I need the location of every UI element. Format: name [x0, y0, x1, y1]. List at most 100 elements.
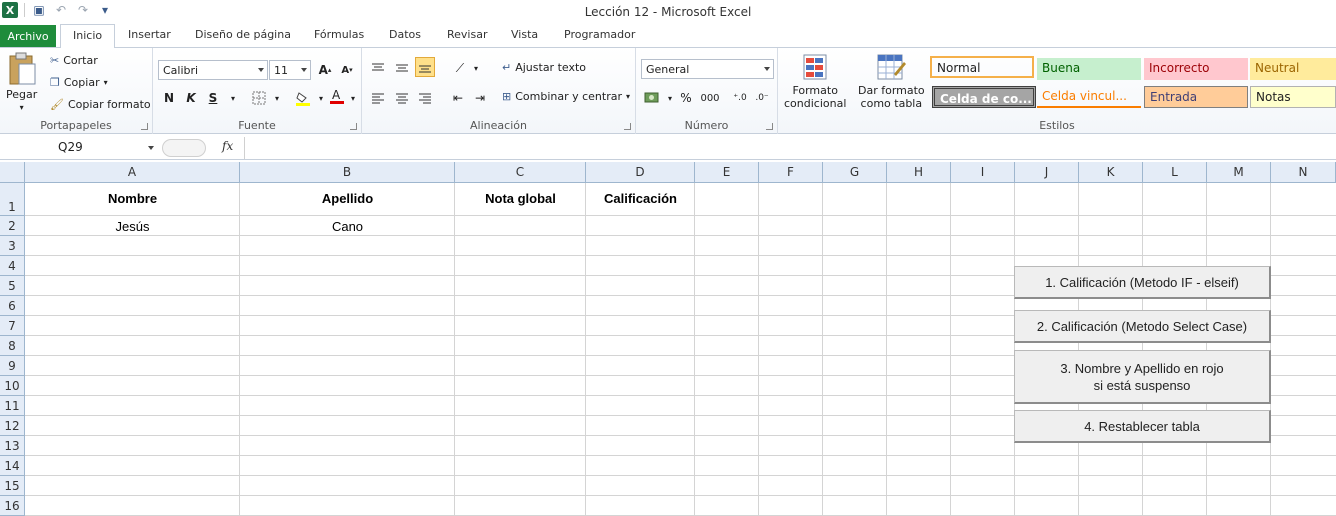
conditional-format-button[interactable]: Formato condicional: [784, 52, 846, 110]
cell-d1[interactable]: Calificación: [586, 191, 695, 206]
currency-icon[interactable]: [642, 88, 662, 108]
wrap-text-button[interactable]: ↵ Ajustar texto: [502, 61, 586, 74]
column-header-f[interactable]: F: [759, 162, 823, 183]
underline-button[interactable]: S: [203, 88, 223, 108]
orientation-dropdown-icon[interactable]: ▾: [466, 58, 486, 78]
column-header-k[interactable]: K: [1079, 162, 1143, 183]
column-header-n[interactable]: N: [1271, 162, 1336, 183]
format-as-table-button[interactable]: Dar formato como tabla: [858, 52, 925, 110]
style-neutral[interactable]: Neutral: [1250, 58, 1336, 80]
column-header-c[interactable]: C: [455, 162, 586, 183]
column-header-d[interactable]: D: [586, 162, 695, 183]
row-header-11[interactable]: 11: [0, 396, 25, 416]
row-header-12[interactable]: 12: [0, 416, 25, 436]
portapapeles-launcher-icon[interactable]: [141, 123, 148, 130]
align-center-icon[interactable]: [392, 88, 412, 108]
row-header-7[interactable]: 7: [0, 316, 25, 336]
align-bottom-icon[interactable]: [415, 57, 435, 77]
copy-button[interactable]: ❐ Copiar ▾: [50, 76, 108, 89]
tab-programador[interactable]: Programador: [564, 28, 635, 41]
column-header-g[interactable]: G: [823, 162, 887, 183]
grow-font-icon[interactable]: A ▴: [315, 60, 335, 80]
cell-c1[interactable]: Nota global: [455, 191, 586, 206]
insert-function-icon[interactable]: fx: [222, 139, 233, 153]
row-header-4[interactable]: 4: [0, 256, 25, 276]
cell-b1[interactable]: Apellido: [240, 191, 455, 206]
row-header-13[interactable]: 13: [0, 436, 25, 456]
tab-insertar[interactable]: Insertar: [128, 28, 171, 41]
style-incorrecto[interactable]: Incorrecto: [1144, 58, 1248, 80]
macro-button-red-name[interactable]: 3. Nombre y Apellido en rojo si está sus…: [1014, 350, 1271, 404]
style-celda-comprobacion[interactable]: Celda de co...: [932, 86, 1036, 108]
row-header-8[interactable]: 8: [0, 336, 25, 356]
format-painter-button[interactable]: 🖌 Copiar formato: [50, 98, 151, 111]
increase-indent-icon[interactable]: ⇥: [470, 88, 490, 108]
column-header-m[interactable]: M: [1207, 162, 1271, 183]
macro-button-select-case[interactable]: 2. Calificación (Metodo Select Case): [1014, 310, 1271, 343]
column-header-j[interactable]: J: [1015, 162, 1079, 183]
cell-b2[interactable]: Cano: [240, 219, 455, 234]
tab-revisar[interactable]: Revisar: [447, 28, 487, 41]
fill-color-icon[interactable]: [293, 88, 313, 108]
fuente-launcher-icon[interactable]: [350, 123, 357, 130]
borders-icon[interactable]: [249, 88, 269, 108]
tab-vista[interactable]: Vista: [511, 28, 538, 41]
merge-dropdown-icon[interactable]: ▾: [626, 92, 630, 101]
italic-button[interactable]: K: [181, 88, 201, 108]
merge-center-button[interactable]: ⊞ Combinar y centrar ▾: [502, 90, 630, 103]
column-header-a[interactable]: A: [25, 162, 240, 183]
row-header-9[interactable]: 9: [0, 356, 25, 376]
tab-diseno-pagina[interactable]: Diseño de página: [195, 28, 291, 41]
align-left-icon[interactable]: [368, 88, 388, 108]
formula-bar-expander[interactable]: [162, 139, 206, 157]
cut-button[interactable]: ✂ Cortar: [50, 54, 98, 67]
tab-formulas[interactable]: Fórmulas: [314, 28, 364, 41]
tab-datos[interactable]: Datos: [389, 28, 421, 41]
percent-button[interactable]: %: [676, 88, 696, 108]
row-header-16[interactable]: 16: [0, 496, 25, 516]
row-header-5[interactable]: 5: [0, 276, 25, 296]
row-header-15[interactable]: 15: [0, 476, 25, 496]
column-header-h[interactable]: H: [887, 162, 951, 183]
row-header-10[interactable]: 10: [0, 376, 25, 396]
cell-a2[interactable]: Jesús: [25, 219, 240, 234]
macro-button-if-elseif[interactable]: 1. Calificación (Metodo IF - elseif): [1014, 266, 1271, 299]
name-box[interactable]: Q29: [0, 138, 158, 158]
style-celda-vinculada[interactable]: Celda vincul...: [1037, 86, 1141, 108]
column-header-l[interactable]: L: [1143, 162, 1207, 183]
cell-a1[interactable]: Nombre: [25, 191, 240, 206]
column-header-b[interactable]: B: [240, 162, 455, 183]
row-header-1[interactable]: 1: [0, 183, 25, 216]
alineacion-launcher-icon[interactable]: [624, 123, 631, 130]
style-normal[interactable]: Normal: [930, 56, 1034, 78]
formula-input[interactable]: [244, 137, 1336, 159]
row-header-2[interactable]: 2: [0, 216, 25, 236]
spreadsheet-grid[interactable]: A B C D E F G H I J K L M N 1 2 3 4 5 6 …: [0, 162, 1336, 516]
row-header-14[interactable]: 14: [0, 456, 25, 476]
thousands-button[interactable]: 000: [698, 88, 722, 108]
font-size-select[interactable]: 11: [269, 60, 311, 80]
align-right-icon[interactable]: [415, 88, 435, 108]
align-top-icon[interactable]: [368, 58, 388, 78]
align-middle-icon[interactable]: [392, 58, 412, 78]
paste-dropdown-icon[interactable]: ▾: [20, 103, 24, 112]
column-header-e[interactable]: E: [695, 162, 759, 183]
decrease-decimal-icon[interactable]: .0⁻: [752, 88, 772, 108]
tab-archivo[interactable]: Archivo: [0, 25, 56, 47]
number-format-select[interactable]: General: [641, 59, 774, 79]
copy-dropdown-icon[interactable]: ▾: [104, 78, 108, 87]
style-notas[interactable]: Notas: [1250, 86, 1336, 108]
numero-launcher-icon[interactable]: [766, 123, 773, 130]
increase-decimal-icon[interactable]: ⁺.0: [730, 88, 750, 108]
column-header-i[interactable]: I: [951, 162, 1015, 183]
tab-inicio[interactable]: Inicio: [60, 24, 116, 49]
font-color-dropdown-icon[interactable]: ▾: [343, 88, 363, 108]
style-entrada[interactable]: Entrada: [1144, 86, 1248, 108]
borders-dropdown-icon[interactable]: ▾: [267, 88, 287, 108]
select-all-corner[interactable]: [0, 162, 25, 183]
decrease-indent-icon[interactable]: ⇤: [448, 88, 468, 108]
row-header-6[interactable]: 6: [0, 296, 25, 316]
bold-button[interactable]: N: [159, 88, 179, 108]
font-name-select[interactable]: Calibri: [158, 60, 268, 80]
underline-dropdown-icon[interactable]: ▾: [223, 88, 243, 108]
